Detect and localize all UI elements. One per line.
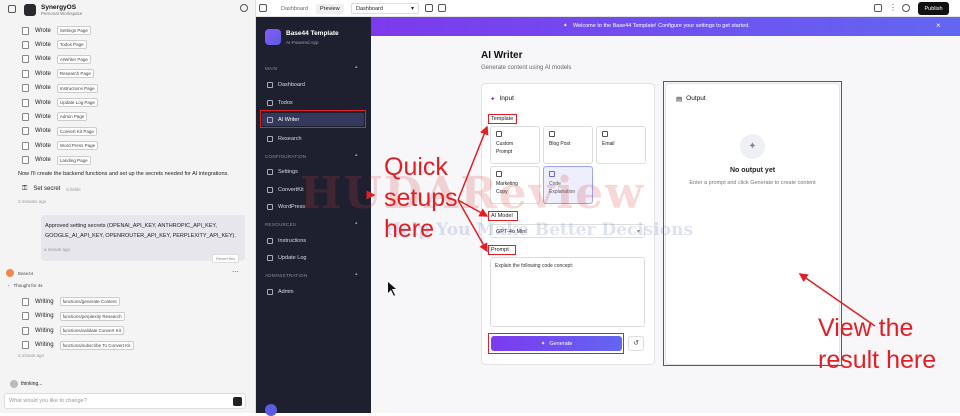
annotation-callout-quick: Quick setups here <box>384 152 458 245</box>
annotation-callout-view: View the result here <box>818 312 936 376</box>
annotation-line: Quick <box>384 153 448 181</box>
annotation-arrows <box>366 125 876 327</box>
arrow <box>457 125 489 201</box>
annotation-line: setups <box>384 184 458 212</box>
annotation-line: result here <box>818 346 937 374</box>
annotation-line: here <box>384 215 435 243</box>
annotation-line: View the <box>818 314 914 342</box>
mouse-cursor-icon <box>388 282 396 296</box>
